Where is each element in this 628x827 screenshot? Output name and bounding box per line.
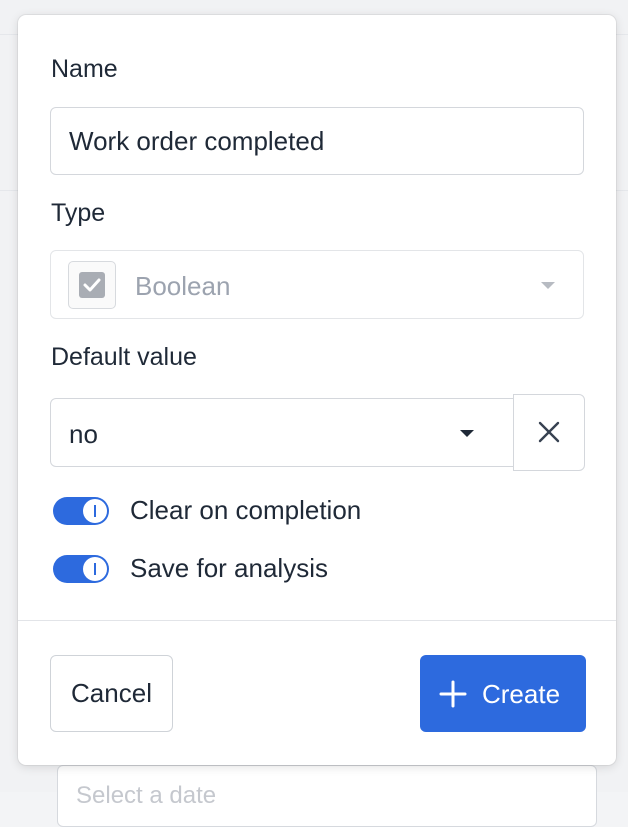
save-for-analysis-toggle[interactable]: [53, 555, 109, 583]
name-label: Name: [51, 55, 118, 84]
cancel-button[interactable]: Cancel: [50, 655, 173, 732]
default-value-label: Default value: [51, 343, 197, 372]
create-field-popover: Name Type Boolean Default value no Clear…: [18, 15, 616, 765]
checkbox-icon: [79, 272, 105, 298]
chevron-down-icon: [541, 282, 555, 289]
type-select: Boolean: [50, 250, 584, 319]
close-icon: [538, 421, 560, 443]
default-value-select[interactable]: no: [50, 398, 514, 467]
type-icon-box: [68, 261, 116, 309]
clear-on-completion-toggle[interactable]: [53, 497, 109, 525]
plus-icon: [439, 680, 467, 708]
clear-default-button[interactable]: [513, 394, 585, 471]
create-button-label: Create: [482, 679, 560, 710]
toggle-row-save-for-analysis: Save for analysis: [53, 553, 573, 585]
name-input[interactable]: [50, 107, 584, 175]
default-value-text: no: [69, 419, 98, 450]
toggle-knob: [83, 557, 107, 581]
clear-on-completion-label: Clear on completion: [130, 495, 361, 526]
chevron-down-icon: [460, 430, 474, 437]
background-date-input[interactable]: Select a date: [57, 765, 597, 827]
create-button[interactable]: Create: [420, 655, 586, 732]
type-label: Type: [51, 199, 105, 228]
toggle-row-clear-on-completion: Clear on completion: [53, 495, 573, 527]
type-value: Boolean: [135, 271, 230, 302]
save-for-analysis-label: Save for analysis: [130, 553, 328, 584]
toggle-knob: [83, 499, 107, 523]
footer-divider: [18, 620, 616, 621]
background-input-placeholder: Select a date: [76, 782, 216, 810]
